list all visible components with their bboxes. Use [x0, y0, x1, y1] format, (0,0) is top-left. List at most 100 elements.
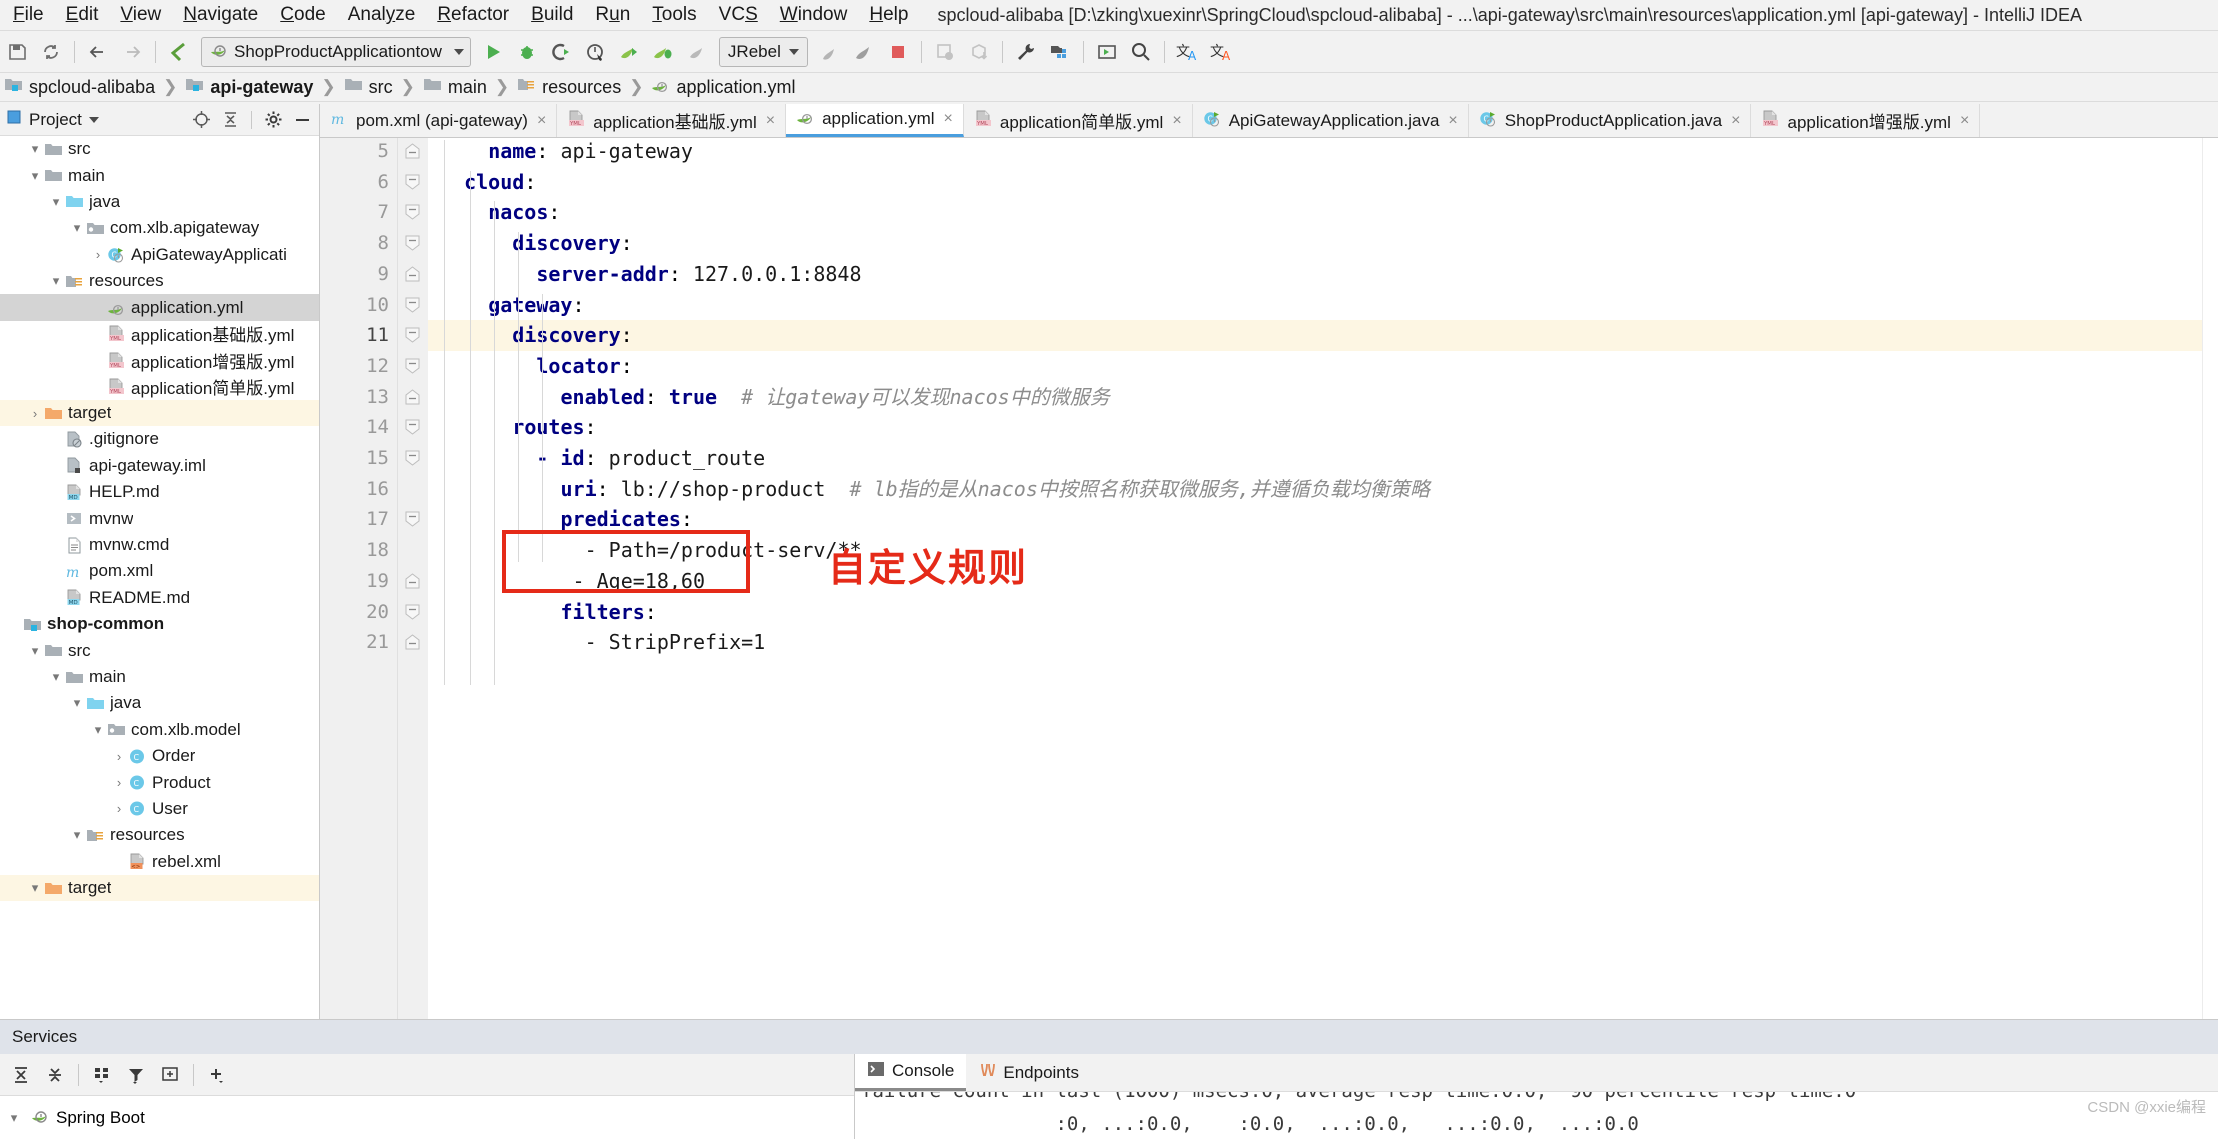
back-arrow-icon[interactable]: [81, 35, 115, 69]
jrebel-run-icon[interactable]: [612, 35, 646, 69]
fold-marker[interactable]: [405, 604, 420, 626]
locate-icon[interactable]: [190, 109, 212, 131]
editor-tab-application-yml[interactable]: YML application基础版.yml ×: [557, 104, 787, 137]
chevron-down-icon[interactable]: ▾: [27, 880, 43, 896]
stop-icon[interactable]: [881, 35, 915, 69]
chevron-down-icon[interactable]: ▾: [69, 220, 85, 236]
menu-vcs[interactable]: VCS: [708, 0, 769, 30]
chevron-down-icon[interactable]: ▾: [48, 669, 64, 685]
fold-marker[interactable]: [405, 573, 420, 595]
code-line-8[interactable]: discovery:: [428, 228, 2202, 259]
fold-marker[interactable]: [405, 358, 420, 380]
editor-tab-application-yml[interactable]: application.yml ×: [786, 104, 964, 137]
code-line-20[interactable]: filters:: [428, 597, 2202, 628]
xrebel-icon[interactable]: [813, 35, 847, 69]
menu-help[interactable]: Help: [858, 0, 919, 30]
code-line-9[interactable]: server-addr: 127.0.0.1:8848: [428, 259, 2202, 290]
close-icon[interactable]: ×: [1731, 112, 1740, 130]
breadcrumb-item-1[interactable]: api-gateway: [181, 76, 317, 98]
translate-orange-icon[interactable]: 文A: [1205, 35, 1239, 69]
tree-node-application-yml[interactable]: YML application简单版.yml: [0, 374, 319, 400]
chevron-down-icon[interactable]: ▾: [90, 722, 106, 738]
code-line-16[interactable]: uri: lb://shop-product # lb指的是从nacos中按照名…: [428, 474, 2202, 505]
code-line-7[interactable]: nacos:: [428, 197, 2202, 228]
code-line-17[interactable]: predicates:: [428, 504, 2202, 535]
tree-node-user[interactable]: › C User: [0, 796, 319, 822]
profile-icon[interactable]: [578, 35, 612, 69]
breadcrumb-item-4[interactable]: resources: [513, 76, 625, 98]
services-tree[interactable]: ▾ Spring Boot: [0, 1096, 854, 1139]
tree-node-com-xlb-model[interactable]: ▾ com.xlb.model: [0, 717, 319, 743]
menu-file[interactable]: File: [2, 0, 55, 30]
fold-marker[interactable]: [405, 634, 420, 656]
close-icon[interactable]: ×: [537, 112, 546, 130]
editor-tab-shopproductapplication-java[interactable]: C ShopProductApplication.java ×: [1468, 104, 1752, 137]
settings-wrench-icon[interactable]: [1009, 35, 1043, 69]
editor-scrollbar-rail[interactable]: [2202, 138, 2218, 1139]
editor-tab-pom-xml-api-gateway-[interactable]: m pom.xml (api-gateway) ×: [320, 104, 558, 137]
menu-tools[interactable]: Tools: [641, 0, 707, 30]
jrebel-stop-icon[interactable]: [680, 35, 714, 69]
chevron-down-icon[interactable]: ▾: [27, 168, 43, 184]
project-structure-icon[interactable]: [1043, 35, 1077, 69]
chevron-down-icon-springboot[interactable]: ▾: [6, 1110, 22, 1126]
close-icon[interactable]: ×: [1172, 112, 1181, 130]
code-line-15[interactable]: - id: product_route: [428, 443, 2202, 474]
tree-node-com-xlb-apigateway[interactable]: ▾ com.xlb.apigateway: [0, 215, 319, 241]
menu-run[interactable]: Run: [584, 0, 641, 30]
breadcrumb-item-0[interactable]: spcloud-alibaba: [0, 76, 159, 98]
forward-arrow-icon[interactable]: [115, 35, 149, 69]
editor-tab-application-yml[interactable]: YML application增强版.yml ×: [1751, 104, 1981, 137]
chevron-right-icon[interactable]: ›: [111, 801, 127, 817]
run-anything-icon[interactable]: [1090, 35, 1124, 69]
chevron-right-icon[interactable]: ›: [111, 775, 127, 791]
code-line-5[interactable]: name: api-gateway: [428, 138, 2202, 167]
search-everywhere-icon[interactable]: [1124, 35, 1158, 69]
chevron-down-icon[interactable]: ▾: [69, 827, 85, 843]
chevron-down-icon[interactable]: ▾: [48, 273, 64, 289]
close-icon[interactable]: ×: [1448, 112, 1457, 130]
editor-tab-application-yml[interactable]: YML application简单版.yml ×: [963, 104, 1193, 137]
tree-node-src[interactable]: ▾ src: [0, 136, 319, 162]
xrebel-icon-2[interactable]: [847, 35, 881, 69]
chevron-down-icon[interactable]: ▾: [69, 695, 85, 711]
fold-marker[interactable]: [405, 235, 420, 257]
tree-node-mvnw-cmd[interactable]: mvnw.cmd: [0, 532, 319, 558]
fold-marker[interactable]: [405, 327, 420, 349]
chevron-down-icon[interactable]: [453, 48, 464, 55]
console-output[interactable]: :0, ...:0.0, :0.0, ...:0.0, ...:0.0, ...…: [855, 1092, 2218, 1139]
run-icon[interactable]: [476, 35, 510, 69]
filter-icon[interactable]: [119, 1058, 153, 1092]
chevron-down-icon[interactable]: ▾: [27, 643, 43, 659]
chevron-right-icon[interactable]: ›: [90, 247, 106, 263]
code-line-6[interactable]: cloud:: [428, 167, 2202, 198]
collapse-all-icon[interactable]: [219, 109, 241, 131]
tree-node-application-yml[interactable]: application.yml: [0, 294, 319, 321]
code-line-10[interactable]: gateway:: [428, 290, 2202, 321]
close-icon[interactable]: ×: [944, 110, 953, 128]
chevron-down-icon-jrebel[interactable]: [788, 48, 799, 55]
fold-marker[interactable]: [405, 511, 420, 533]
fold-marker[interactable]: [405, 266, 420, 288]
menu-build[interactable]: Build: [520, 0, 584, 30]
gear-icon[interactable]: [262, 109, 284, 131]
package-download-icon[interactable]: [962, 35, 996, 69]
tree-node-api-gateway-iml[interactable]: api-gateway.iml: [0, 453, 319, 479]
code-line-12[interactable]: locator:: [428, 351, 2202, 382]
jump-to-source-icon[interactable]: [162, 35, 196, 69]
close-icon[interactable]: ×: [1960, 112, 1969, 130]
translate-blue-icon[interactable]: 文A: [1171, 35, 1205, 69]
run-configuration-selector[interactable]: ShopProductApplicationtow: [201, 36, 471, 67]
breadcrumb-item-5[interactable]: application.yml: [647, 76, 799, 98]
tree-node-help-md[interactable]: MD HELP.md: [0, 479, 319, 505]
menu-navigate[interactable]: Navigate: [172, 0, 269, 30]
fold-marker[interactable]: [405, 419, 420, 441]
code-line-14[interactable]: routes:: [428, 412, 2202, 443]
code-line-19[interactable]: - Age=18,60: [428, 566, 2202, 597]
group-icon[interactable]: [85, 1058, 119, 1092]
menu-analyze[interactable]: Analyze: [337, 0, 427, 30]
tree-node-resources[interactable]: ▾ resources: [0, 268, 319, 294]
fold-marker[interactable]: [405, 388, 420, 411]
chevron-right-icon[interactable]: ›: [27, 405, 43, 421]
chevron-right-icon[interactable]: ›: [111, 748, 127, 764]
